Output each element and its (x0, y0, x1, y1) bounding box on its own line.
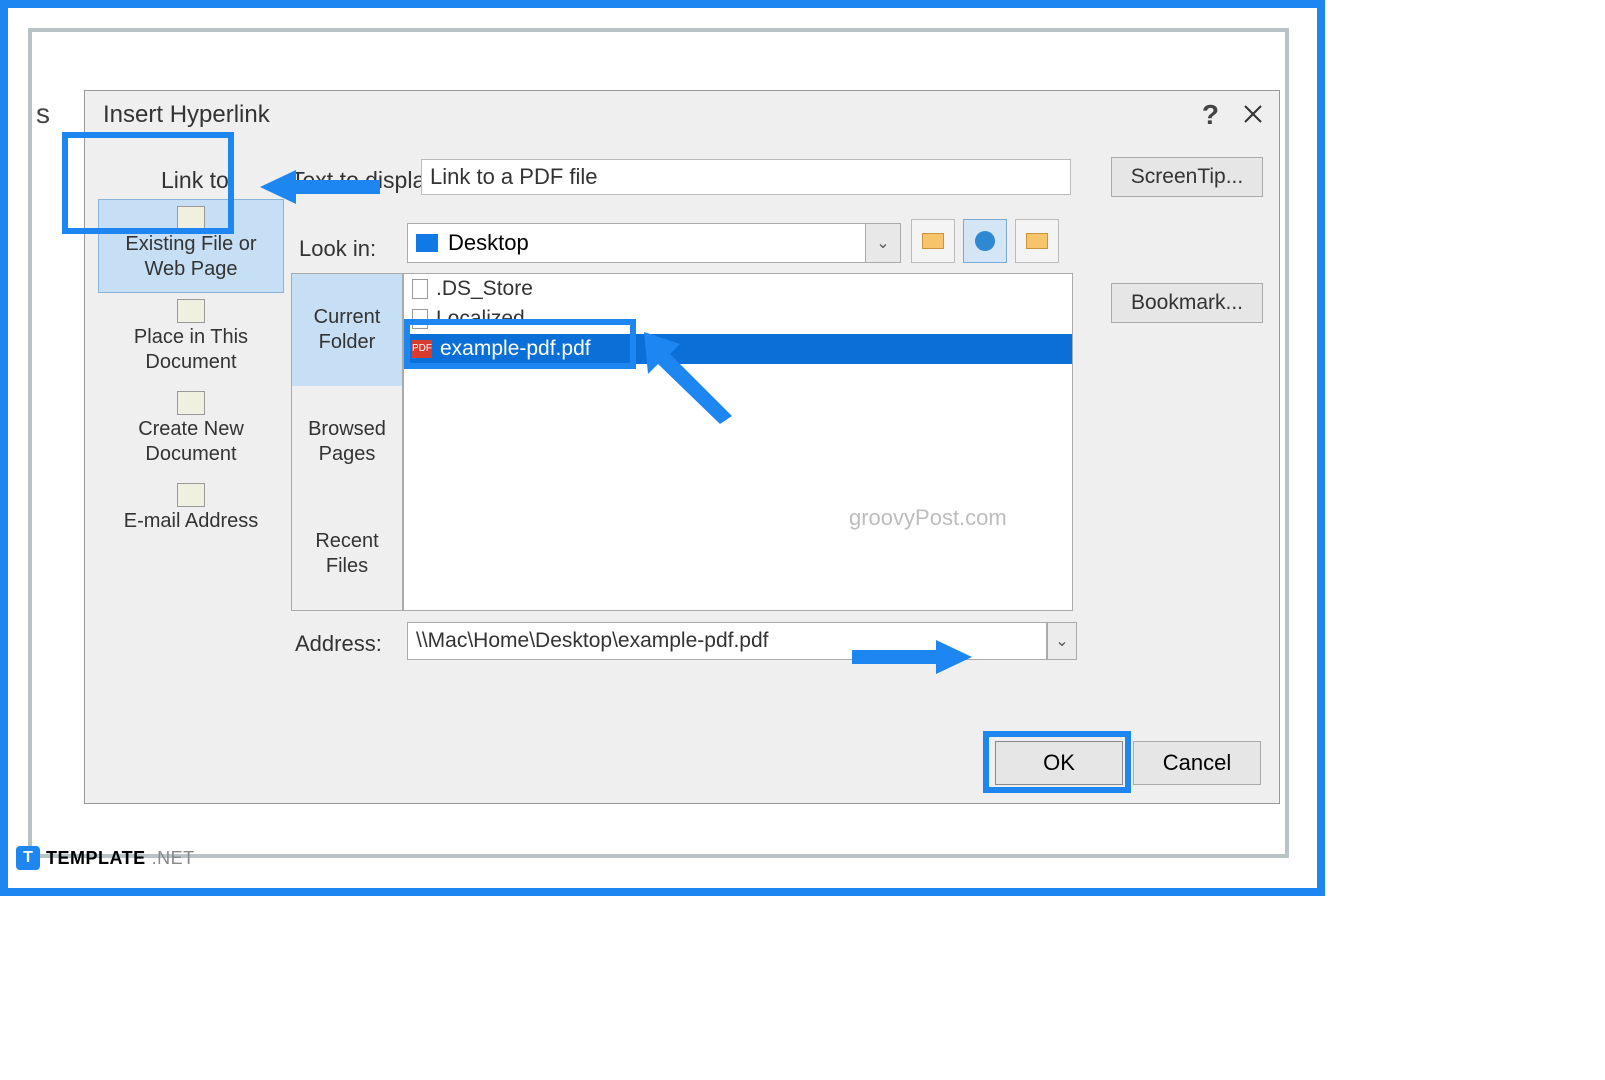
browse-tabs: Current Folder Browsed Pages Recent File… (291, 273, 403, 611)
sidebar-item-label: Existing File or Web Page (125, 233, 256, 280)
address-dropdown-button[interactable]: ⌄ (1047, 622, 1077, 660)
look-in-select[interactable]: Desktop (407, 223, 885, 263)
file-row[interactable]: .DS_Store (404, 274, 1072, 304)
globe-page-icon (177, 206, 205, 230)
sidebar-item-label: Place in This Document (134, 326, 248, 373)
folder-up-icon (922, 233, 944, 249)
look-in-value: Desktop (448, 230, 529, 256)
new-document-icon (177, 391, 205, 415)
address-input[interactable] (407, 622, 1047, 660)
screenshot-card: s Insert Hyperlink ? Link to: Text to di… (28, 28, 1289, 858)
address-label: Address: (295, 631, 382, 657)
sidebar-item-label: Create New Document (138, 418, 244, 465)
globe-search-icon (975, 231, 995, 251)
browse-file-button[interactable] (1015, 219, 1059, 263)
tab-current-folder[interactable]: Current Folder (292, 274, 402, 386)
tab-label: Current Folder (292, 305, 402, 355)
look-in-dropdown-button[interactable]: ⌄ (865, 223, 901, 263)
file-name: Localized (436, 307, 525, 331)
chevron-down-icon: ⌄ (1055, 631, 1068, 651)
ok-button[interactable]: OK (995, 741, 1123, 785)
file-icon (412, 279, 428, 299)
file-row[interactable]: Localized (404, 304, 1072, 334)
footer-brand-bold: TEMPLATE (46, 848, 146, 869)
file-name: .DS_Store (436, 277, 533, 301)
screentip-button[interactable]: ScreenTip... (1111, 157, 1263, 197)
envelope-icon (177, 483, 205, 507)
document-target-icon (177, 299, 205, 323)
tab-label: Recent Files (292, 529, 402, 579)
desktop-folder-icon (416, 234, 438, 252)
up-folder-button[interactable] (911, 219, 955, 263)
text-to-display-input[interactable] (421, 159, 1071, 195)
file-icon (412, 309, 428, 329)
tab-browsed-pages[interactable]: Browsed Pages (292, 386, 402, 498)
insert-hyperlink-dialog: Insert Hyperlink ? Link to: Text to disp… (84, 90, 1280, 804)
folder-open-icon (1026, 233, 1048, 249)
sidebar-item-existing-file[interactable]: Existing File or Web Page (98, 199, 284, 293)
help-button[interactable]: ? (1202, 99, 1219, 131)
sidebar-item-label: E-mail Address (124, 510, 259, 532)
file-name: example-pdf.pdf (440, 337, 591, 361)
footer-logo: T TEMPLATE .NET (16, 846, 195, 870)
look-in-label: Look in: (299, 236, 376, 262)
template-badge-icon: T (16, 846, 40, 870)
link-to-label: Link to: (161, 167, 235, 194)
tab-label: Browsed Pages (292, 417, 402, 467)
file-list[interactable]: .DS_Store Localized PDF example-pdf.pdf (403, 273, 1073, 611)
close-button[interactable] (1243, 99, 1263, 131)
dialog-title: Insert Hyperlink (103, 101, 270, 129)
sidebar-item-place-in-doc[interactable]: Place in This Document (98, 293, 284, 385)
browse-web-button[interactable] (963, 219, 1007, 263)
pdf-icon: PDF (412, 340, 432, 358)
link-to-sidebar: Existing File or Web Page Place in This … (98, 199, 284, 725)
chevron-down-icon: ⌄ (876, 233, 889, 253)
sidebar-item-email[interactable]: E-mail Address (98, 477, 284, 544)
bookmark-button[interactable]: Bookmark... (1111, 283, 1263, 323)
tab-recent-files[interactable]: Recent Files (292, 498, 402, 610)
file-row-selected[interactable]: PDF example-pdf.pdf (404, 334, 1072, 364)
cancel-button[interactable]: Cancel (1133, 741, 1261, 785)
stray-letter: s (36, 98, 50, 130)
footer-brand-light: .NET (152, 848, 195, 869)
watermark-text: groovyPost.com (849, 505, 1007, 531)
sidebar-item-create-new[interactable]: Create New Document (98, 385, 284, 477)
